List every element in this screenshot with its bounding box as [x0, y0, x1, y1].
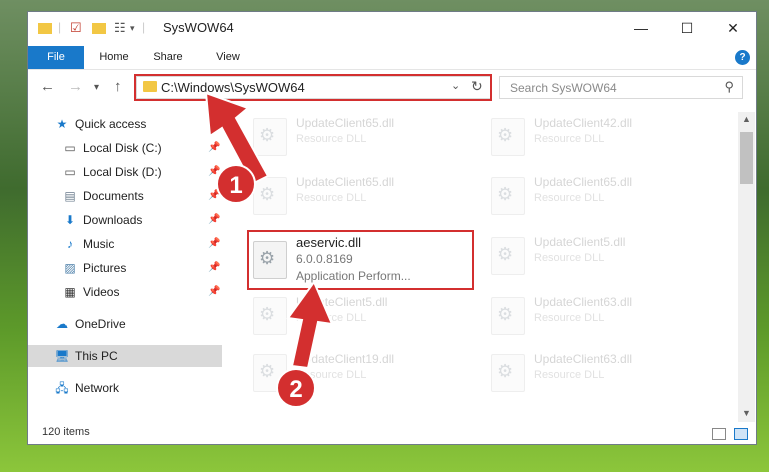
arrow-2-shape — [286, 279, 334, 370]
callout-arrows — [204, 91, 334, 370]
callout-2: 2 — [276, 368, 316, 408]
callout-1: 1 — [216, 164, 256, 204]
